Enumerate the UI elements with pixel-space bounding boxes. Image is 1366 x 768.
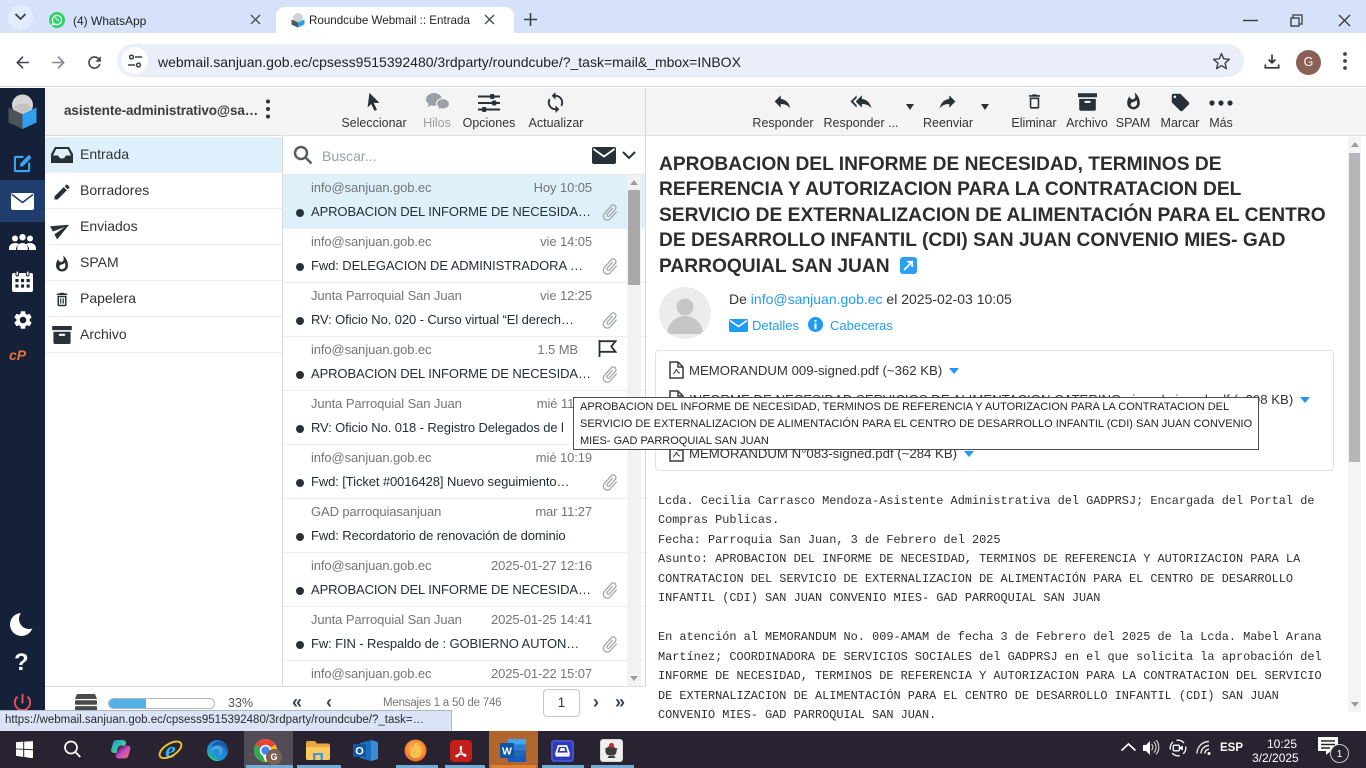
svg-text:W: W xyxy=(502,746,512,758)
svg-text:O: O xyxy=(355,746,364,758)
